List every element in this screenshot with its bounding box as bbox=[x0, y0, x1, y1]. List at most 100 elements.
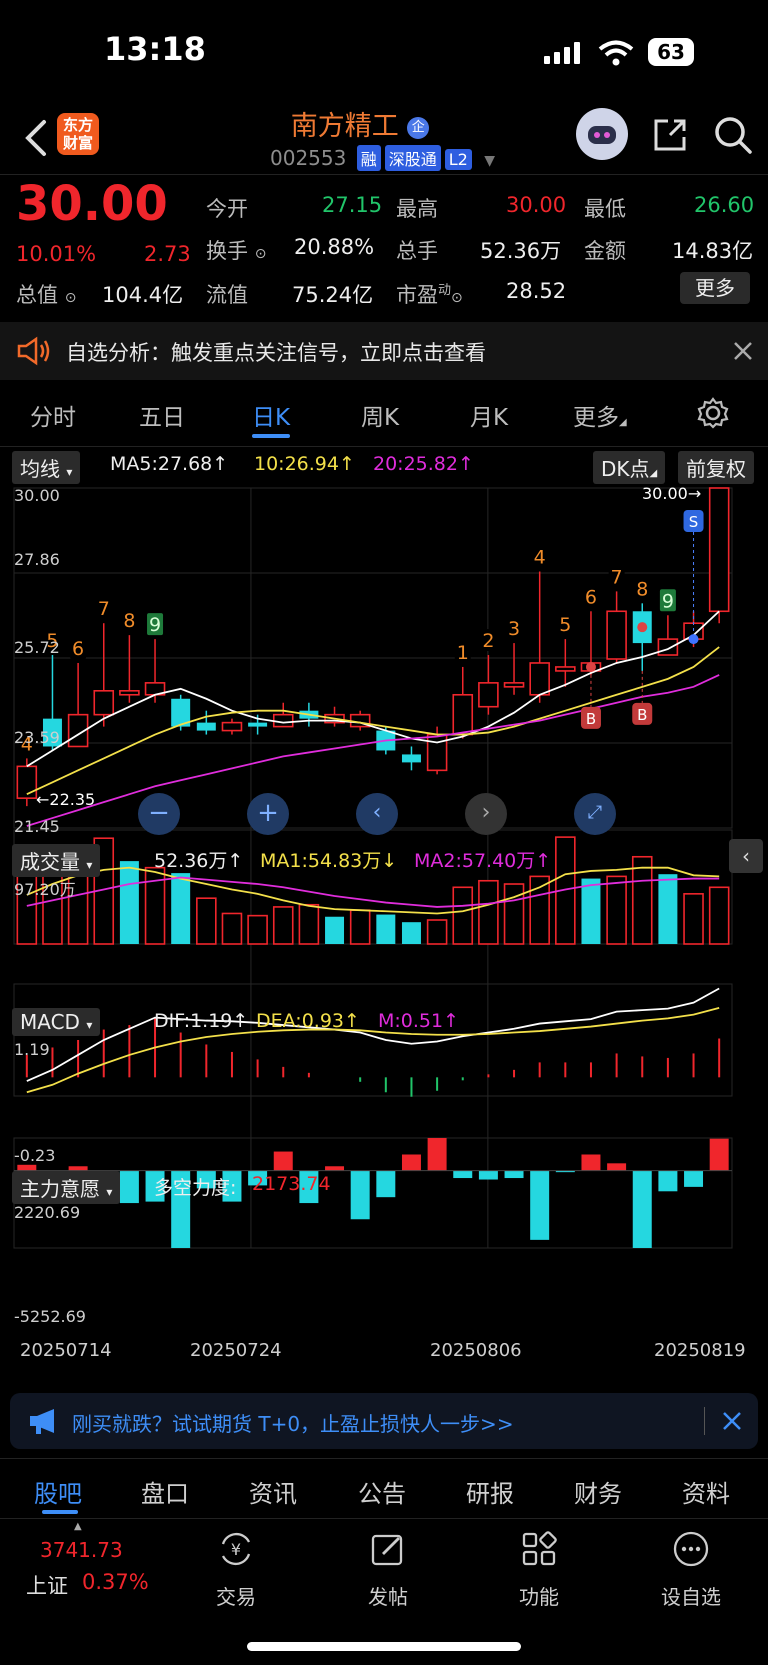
stock-code-row[interactable]: 002553 融深股通 L2 ▼ bbox=[270, 145, 495, 171]
add-watchlist-button[interactable]: 设自选 bbox=[646, 1530, 736, 1610]
volume-bar bbox=[426, 919, 448, 945]
candle-body bbox=[401, 754, 421, 763]
add-watchlist-label: 设自选 bbox=[661, 1585, 721, 1609]
candle-body bbox=[119, 690, 140, 696]
signal-count: 9 bbox=[662, 590, 674, 612]
assistant-robot-icon[interactable] bbox=[576, 108, 628, 160]
force-bar bbox=[581, 1154, 601, 1171]
x-date-2: 20250724 bbox=[190, 1340, 282, 1361]
tab-daily-k[interactable]: 日K bbox=[252, 398, 290, 432]
tab-monthly-k[interactable]: 月K bbox=[470, 398, 508, 432]
amount-value: 14.83亿 bbox=[672, 239, 754, 263]
buy-marker-label: B bbox=[586, 710, 596, 728]
megaphone-icon bbox=[30, 1409, 54, 1434]
signal-count: 3 bbox=[508, 618, 520, 640]
y-label-4: 23.59 bbox=[14, 728, 60, 747]
tab-more[interactable]: 更多◢ bbox=[573, 398, 627, 432]
header-divider bbox=[0, 174, 768, 175]
fullscreen-button[interactable]: ⤢ bbox=[574, 793, 616, 835]
zoom-out-button[interactable]: − bbox=[138, 793, 180, 835]
volume-bar bbox=[221, 912, 243, 945]
force-selector[interactable]: 主力意愿 ▾ bbox=[12, 1171, 121, 1204]
force-bar bbox=[684, 1170, 704, 1187]
scroll-right-button[interactable]: › bbox=[465, 793, 507, 835]
app-logo: 东方 财富 bbox=[57, 113, 99, 155]
force-top-label: 2220.69 bbox=[14, 1203, 81, 1222]
last-price: 30.00 bbox=[16, 176, 168, 232]
index-name[interactable]: 上证 bbox=[26, 1570, 68, 1600]
y-label-bottom: 21.45 bbox=[14, 817, 60, 836]
mktcap-label: 总值 ⊙ bbox=[16, 283, 77, 307]
buy-dot bbox=[637, 622, 648, 633]
alert-text: 自选分析：触发重点关注信号，立即点击查看 bbox=[66, 341, 486, 365]
macd-dea-line bbox=[26, 1007, 720, 1094]
search-icon[interactable] bbox=[712, 114, 754, 156]
signal-count: 5 bbox=[559, 614, 571, 636]
tab-pankou[interactable]: 盘口 bbox=[141, 1474, 189, 1509]
float-label: 流值 bbox=[206, 283, 248, 307]
signal-count: 7 bbox=[611, 566, 623, 588]
more-button[interactable]: 更多 bbox=[680, 272, 750, 304]
force-bar bbox=[350, 1170, 370, 1220]
back-chevron-icon[interactable] bbox=[22, 118, 52, 158]
volume-selector[interactable]: 成交量 ▾ bbox=[12, 844, 101, 877]
force-bar bbox=[273, 1151, 293, 1171]
open-label: 今开 bbox=[206, 197, 248, 221]
macd-selector[interactable]: MACD ▾ bbox=[12, 1008, 101, 1036]
candle-body bbox=[272, 713, 294, 728]
buy-dot bbox=[585, 661, 596, 672]
close-icon[interactable] bbox=[733, 341, 753, 361]
post-button[interactable]: 发帖 bbox=[343, 1530, 433, 1610]
volume-bar bbox=[478, 879, 499, 945]
index-expand-icon[interactable]: ▲ bbox=[74, 1521, 82, 1532]
x-date-3: 20250806 bbox=[430, 1340, 522, 1361]
force-bar bbox=[709, 1138, 729, 1171]
scroll-left-button[interactable]: ‹ bbox=[356, 793, 398, 835]
tab-underline bbox=[252, 434, 290, 438]
force-bar bbox=[17, 1164, 37, 1171]
promo-divider bbox=[704, 1407, 705, 1435]
tab-profile[interactable]: 资料 bbox=[682, 1474, 730, 1509]
settings-gear-icon[interactable] bbox=[697, 397, 729, 429]
tab-finance[interactable]: 财务 bbox=[574, 1474, 622, 1509]
svg-text:¥: ¥ bbox=[231, 1540, 241, 1559]
trade-button[interactable]: ¥ 交易 bbox=[191, 1530, 281, 1610]
volume-bar bbox=[349, 909, 371, 945]
tab-five-day[interactable]: 五日 bbox=[139, 398, 185, 432]
force-bottom-label: -5252.69 bbox=[14, 1307, 86, 1326]
tab-intraday[interactable]: 分时 bbox=[30, 398, 76, 432]
signal-count: 9 bbox=[149, 614, 161, 636]
functions-button[interactable]: 功能 bbox=[494, 1530, 584, 1610]
volume-bar bbox=[272, 906, 294, 945]
zoom-in-button[interactable]: + bbox=[247, 793, 289, 835]
ma10-legend: 10:26.94↑ bbox=[254, 453, 355, 475]
futures-promo-banner[interactable]: 刚买就跌？试试期货 T+0，止盈止损快人一步>> bbox=[10, 1393, 758, 1449]
kline-chart[interactable]: 45 678 9123456B78B9S bbox=[0, 478, 768, 1378]
force-bar bbox=[504, 1170, 524, 1179]
min-price-label: ←22.35 bbox=[36, 790, 96, 809]
candle-body bbox=[248, 722, 268, 727]
force-bar bbox=[376, 1170, 396, 1198]
collapse-panel-button[interactable]: ‹ bbox=[729, 839, 763, 873]
max-price-label: 30.00→ bbox=[642, 484, 702, 503]
share-icon[interactable] bbox=[650, 115, 690, 155]
alert-banner[interactable]: 自选分析：触发重点关注信号，立即点击查看 bbox=[0, 322, 768, 380]
tab-weekly-k[interactable]: 周K bbox=[361, 398, 399, 432]
low-label: 最低 bbox=[584, 197, 626, 221]
force-label: 多空力度: bbox=[154, 1177, 237, 1199]
stock-code: 002553 bbox=[270, 146, 347, 170]
tab-guba[interactable]: 股吧 bbox=[34, 1474, 82, 1509]
promo-close-icon[interactable] bbox=[722, 1411, 742, 1431]
tab-announcements[interactable]: 公告 bbox=[358, 1474, 406, 1509]
ma10-line bbox=[26, 646, 720, 796]
force-bar bbox=[401, 1154, 421, 1171]
index-value: 3741.73 bbox=[40, 1538, 123, 1562]
tab-news[interactable]: 资讯 bbox=[249, 1474, 297, 1509]
more-dots-icon bbox=[673, 1531, 709, 1567]
status-bar: 13:18 63 bbox=[0, 0, 768, 100]
low-value: 26.60 bbox=[694, 193, 755, 217]
candle-body bbox=[221, 721, 243, 732]
tab-research[interactable]: 研报 bbox=[466, 1474, 514, 1509]
signal-count: 7 bbox=[98, 598, 110, 620]
tag-level2: L2 bbox=[444, 149, 472, 170]
